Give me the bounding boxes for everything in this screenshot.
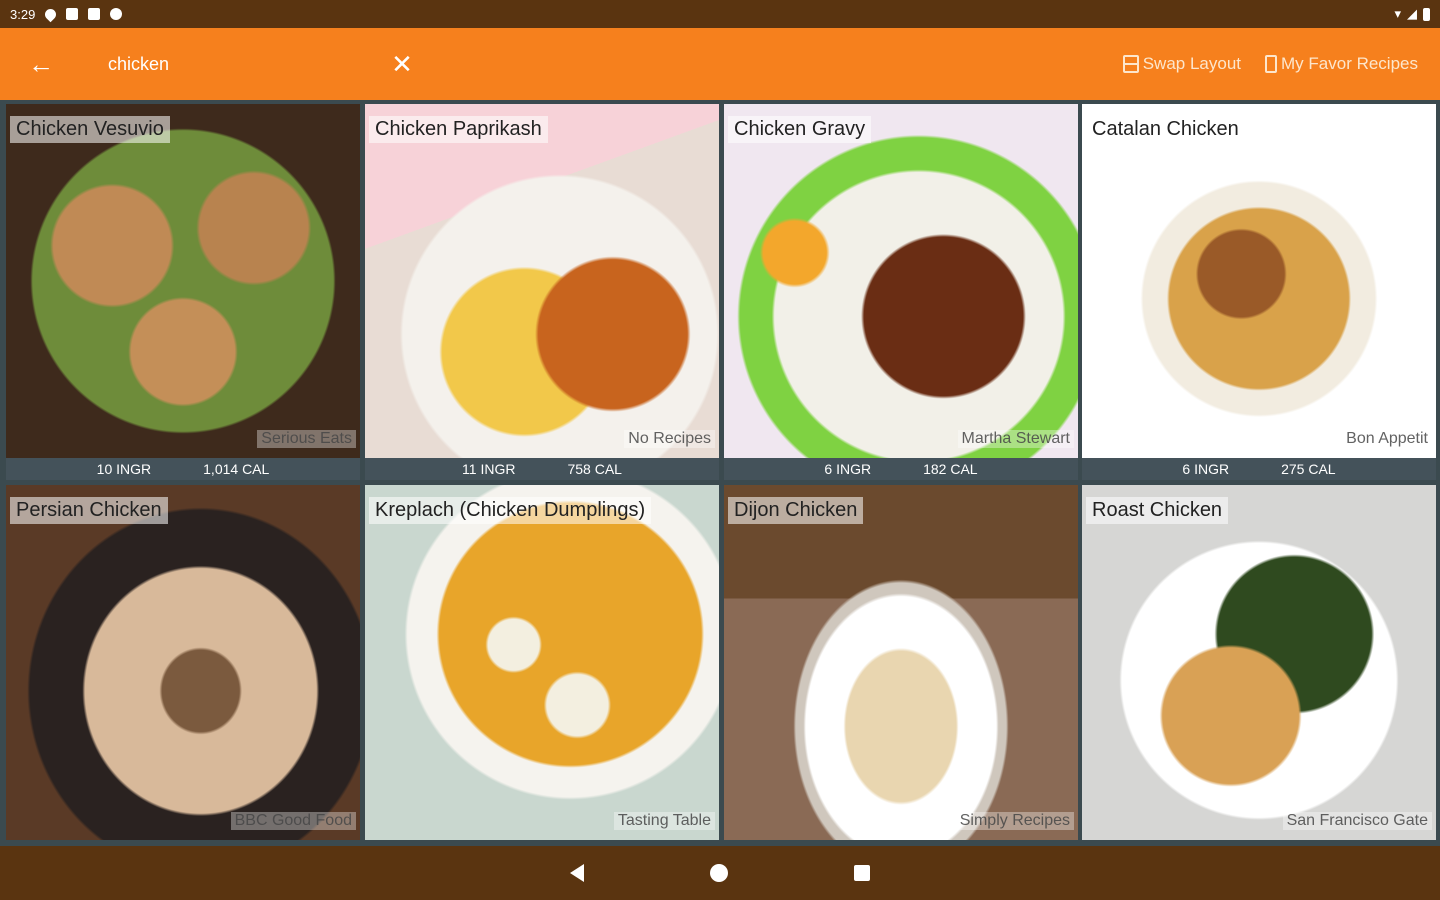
nav-home-icon[interactable] (710, 864, 728, 882)
recipe-title: Persian Chicken (10, 497, 168, 524)
recipe-photo (1082, 485, 1436, 840)
recipe-source: Bon Appetit (1342, 430, 1432, 448)
recipe-photo (365, 104, 719, 458)
my-favor-recipes-button[interactable]: My Favor Recipes (1265, 54, 1418, 74)
recipe-stats: 11 INGR 758 CAL (365, 458, 719, 480)
ingredient-count: 11 INGR (462, 461, 516, 477)
arrow-left-icon: ← (28, 48, 54, 79)
recipe-card[interactable]: Kreplach (Chicken Dumplings) Tasting Tab… (365, 485, 719, 840)
battery-icon (1423, 7, 1430, 21)
calorie-count: 275 CAL (1281, 461, 1336, 477)
recipe-grid: Chicken Vesuvio Serious Eats 10 INGR 1,0… (0, 100, 1440, 846)
my-favor-recipes-label: My Favor Recipes (1281, 54, 1418, 73)
recipe-stats: 6 INGR 275 CAL (1082, 458, 1436, 480)
app-bar: ← chicken ✕ Swap Layout My Favor Recipes (0, 28, 1440, 100)
recipe-card[interactable]: Chicken Gravy Martha Stewart (724, 104, 1078, 458)
system-nav-bar (0, 846, 1440, 900)
close-icon: ✕ (391, 48, 413, 79)
recipe-photo (724, 104, 1078, 458)
recipe-card[interactable]: Roast Chicken San Francisco Gate (1082, 485, 1436, 840)
status-bar: 3:29 ▾ ◢ (0, 0, 1440, 28)
calorie-count: 1,014 CAL (203, 461, 270, 477)
recipe-title: Chicken Gravy (728, 116, 872, 143)
recipe-source: Simply Recipes (955, 812, 1074, 830)
recipe-title: Chicken Vesuvio (10, 116, 170, 143)
cell-signal-icon: ◢ (1407, 6, 1417, 21)
back-button[interactable]: ← (0, 28, 82, 100)
recipe-photo (1082, 104, 1436, 458)
recipe-card[interactable]: Persian Chicken BBC Good Food (6, 485, 360, 840)
recipe-photo (724, 485, 1078, 840)
recipe-photo (6, 485, 360, 840)
favorites-icon (1265, 55, 1278, 73)
recipe-title: Catalan Chicken (1086, 116, 1245, 143)
nav-recent-apps-icon[interactable] (854, 865, 870, 881)
recipe-source: No Recipes (624, 430, 715, 448)
ingredient-count: 10 INGR (96, 461, 152, 477)
recipe-source: Tasting Table (613, 812, 715, 830)
location-icon (43, 6, 59, 22)
calorie-count: 758 CAL (567, 461, 622, 477)
recipe-title: Chicken Paprikash (369, 116, 548, 143)
recipe-stats: 6 INGR 182 CAL (724, 458, 1078, 480)
notification-icon (66, 8, 79, 20)
recipe-photo (365, 485, 719, 840)
recipe-source: Martha Stewart (957, 430, 1074, 448)
recipe-source: BBC Good Food (230, 812, 356, 830)
wifi-icon: ▾ (1394, 6, 1401, 21)
recipe-photo (6, 104, 360, 458)
nav-back-icon[interactable] (570, 864, 584, 882)
search-input[interactable]: chicken (82, 54, 382, 75)
ingredient-count: 6 INGR (1182, 461, 1230, 477)
swap-layout-label: Swap Layout (1142, 54, 1242, 73)
swap-layout-button[interactable]: Swap Layout (1122, 54, 1242, 74)
calorie-count: 182 CAL (923, 461, 978, 477)
sync-icon (110, 8, 123, 20)
recipe-source: San Francisco Gate (1282, 812, 1432, 830)
recipe-source: Serious Eats (257, 430, 356, 448)
recipe-stats: 10 INGR 1,014 CAL (6, 458, 360, 480)
recipe-card[interactable]: Dijon Chicken Simply Recipes (724, 485, 1078, 840)
layout-icon (1122, 55, 1139, 73)
recipe-title: Roast Chicken (1086, 497, 1229, 524)
ingredient-count: 6 INGR (824, 461, 872, 477)
recipe-card[interactable]: Chicken Paprikash No Recipes (365, 104, 719, 458)
recipe-title: Kreplach (Chicken Dumplings) (369, 497, 652, 524)
clear-search-button[interactable]: ✕ (382, 49, 422, 80)
recipe-card[interactable]: Chicken Vesuvio Serious Eats (6, 104, 360, 458)
recipe-title: Dijon Chicken (728, 497, 864, 524)
sd-card-icon (88, 8, 101, 20)
status-time: 3:29 (10, 6, 36, 22)
recipe-card[interactable]: Catalan Chicken Bon Appetit (1082, 104, 1436, 458)
